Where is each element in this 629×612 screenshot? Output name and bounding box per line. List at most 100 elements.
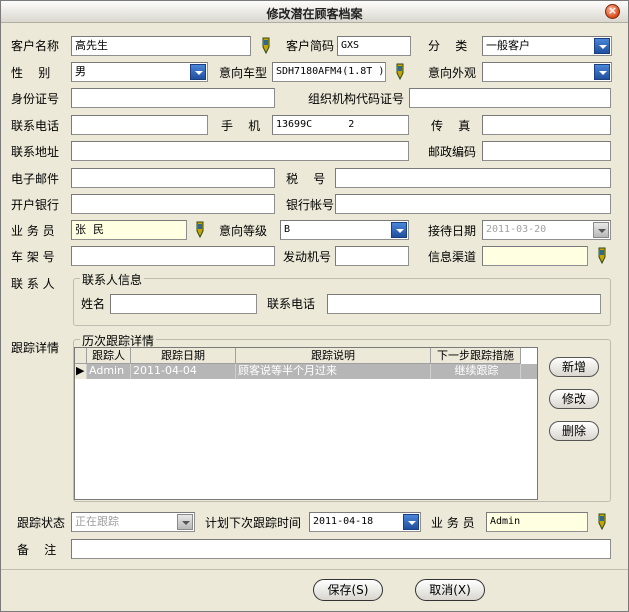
postcode-field[interactable] [482, 141, 611, 161]
contact-name-label: 姓名 [81, 297, 106, 311]
history-table[interactable]: 跟踪人 跟踪日期 跟踪说明 下一步跟踪措施 ▶ Admin 2011-04-04… [74, 347, 538, 500]
info-channel-label: 信息渠道 [428, 250, 477, 264]
category-label: 分 类 [428, 39, 468, 53]
next-time-field[interactable]: 2011-04-18 [309, 512, 421, 532]
fax-field[interactable] [482, 115, 611, 135]
chevron-down-icon[interactable] [594, 38, 610, 54]
intent-level-label: 意向等级 [219, 224, 268, 238]
contact-phone-label: 联系电话 [267, 297, 316, 311]
pick-icon[interactable] [259, 37, 273, 55]
intent-level-value: B [284, 224, 291, 235]
contact-name-field[interactable] [110, 294, 257, 314]
customer-name-field[interactable]: 高先生 [71, 36, 251, 56]
salesperson-label: 业 务 员 [11, 224, 55, 238]
gender-value: 男 [75, 65, 86, 78]
gender-select[interactable]: 男 [71, 62, 208, 82]
chevron-down-icon[interactable] [403, 514, 419, 530]
pick-icon[interactable] [193, 221, 207, 239]
intended-exterior-label: 意向外观 [428, 66, 477, 80]
postcode-label: 邮政编码 [428, 145, 477, 159]
next-time-value: 2011-04-18 [313, 516, 374, 527]
edit-button[interactable]: 修改 [549, 389, 599, 409]
category-value: 一般客户 [486, 39, 530, 52]
tracking-note-cell: 顾客说等半个月过来 [236, 364, 431, 379]
next-time-label: 计划下次跟踪时间 [205, 516, 302, 530]
tracking-status-value: 正在跟踪 [75, 515, 119, 528]
gender-label: 性 别 [11, 66, 51, 80]
customer-name-label: 客户名称 [11, 39, 60, 53]
pick-icon[interactable] [393, 63, 407, 81]
close-icon[interactable]: × [605, 4, 620, 19]
id-number-label: 身份证号 [11, 92, 60, 106]
next-step-cell: 继续跟踪 [431, 364, 521, 379]
tracking-date-cell: 2011-04-04 [131, 364, 236, 379]
salesperson2-field[interactable]: Admin [486, 512, 588, 532]
column-header[interactable]: 跟踪日期 [131, 348, 236, 364]
contact-person-label: 联 系 人 [11, 277, 55, 291]
category-select[interactable]: 一般客户 [482, 36, 612, 56]
chevron-down-icon[interactable] [391, 222, 407, 238]
salesperson2-label: 业 务 员 [431, 516, 475, 530]
salesperson-field[interactable]: 张 民 [71, 220, 187, 240]
column-header[interactable]: 跟踪人 [87, 348, 131, 364]
footer-divider [1, 569, 628, 570]
tracking-person-cell: Admin [87, 364, 131, 379]
intended-exterior-select[interactable] [482, 62, 612, 82]
tracking-status-select: 正在跟踪 [71, 512, 195, 532]
tracking-status-label: 跟踪状态 [17, 516, 66, 530]
bank-label: 开户银行 [11, 198, 60, 212]
tax-no-label: 税 号 [286, 172, 326, 186]
title-bar[interactable]: 修改潜在顾客档案 × [1, 1, 628, 23]
chevron-down-icon [177, 514, 193, 530]
remarks-label: 备 注 [17, 543, 57, 557]
reception-date-label: 接待日期 [428, 224, 477, 238]
cancel-button[interactable]: 取消(X) [415, 579, 485, 601]
remarks-field[interactable] [71, 539, 611, 559]
dialog-title: 修改潜在顾客档案 [266, 7, 363, 21]
org-code-field[interactable] [409, 88, 611, 108]
fax-label: 传 真 [431, 119, 471, 133]
mobile-field[interactable]: 13699C 2 [272, 115, 409, 135]
bank-field[interactable] [71, 194, 275, 214]
info-channel-field[interactable] [482, 246, 588, 266]
tracking-label: 跟踪详情 [11, 341, 60, 355]
bank-account-label: 银行帐号 [286, 198, 335, 212]
column-header[interactable]: 下一步跟踪措施 [431, 348, 521, 364]
phone-field[interactable] [71, 115, 208, 135]
history-table-header: 跟踪人 跟踪日期 跟踪说明 下一步跟踪措施 [75, 348, 537, 364]
chevron-down-icon [593, 222, 609, 238]
phone-label: 联系电话 [11, 119, 60, 133]
intended-model-field[interactable]: SDH7180AFM4(1.8T ) [272, 62, 386, 82]
vin-field[interactable] [71, 246, 275, 266]
tax-no-field[interactable] [335, 168, 611, 188]
column-header[interactable]: 跟踪说明 [236, 348, 431, 364]
pick-icon[interactable] [595, 247, 609, 265]
intended-model-label: 意向车型 [219, 66, 268, 80]
short-code-label: 客户简码 [286, 39, 335, 53]
table-row[interactable]: ▶ Admin 2011-04-04 顾客说等半个月过来 继续跟踪 [75, 364, 537, 379]
email-field[interactable] [71, 168, 275, 188]
reception-date-value: 2011-03-20 [486, 224, 547, 235]
short-code-field[interactable]: GXS [337, 36, 411, 56]
id-number-field[interactable] [71, 88, 275, 108]
email-label: 电子邮件 [11, 172, 60, 186]
org-code-label: 组织机构代码证号 [308, 92, 405, 106]
chevron-down-icon[interactable] [594, 64, 610, 80]
engine-no-field[interactable] [335, 246, 409, 266]
address-field[interactable] [71, 141, 409, 161]
delete-button[interactable]: 删除 [549, 421, 599, 441]
vin-label: 车 架 号 [11, 250, 55, 264]
intent-level-select[interactable]: B [280, 220, 409, 240]
engine-no-label: 发动机号 [283, 250, 332, 264]
add-button[interactable]: 新增 [549, 357, 599, 377]
address-label: 联系地址 [11, 145, 60, 159]
mobile-label: 手 机 [221, 119, 261, 133]
reception-date-field: 2011-03-20 [482, 220, 611, 240]
pick-icon[interactable] [595, 513, 609, 531]
dialog-window: 修改潜在顾客档案 × 客户名称 高先生 客户简码 GXS 分 类 一般客户 性 … [0, 0, 629, 612]
contact-phone-field[interactable] [327, 294, 601, 314]
row-marker-icon: ▶ [75, 364, 87, 379]
save-button[interactable]: 保存(S) [313, 579, 383, 601]
bank-account-field[interactable] [335, 194, 611, 214]
chevron-down-icon[interactable] [190, 64, 206, 80]
